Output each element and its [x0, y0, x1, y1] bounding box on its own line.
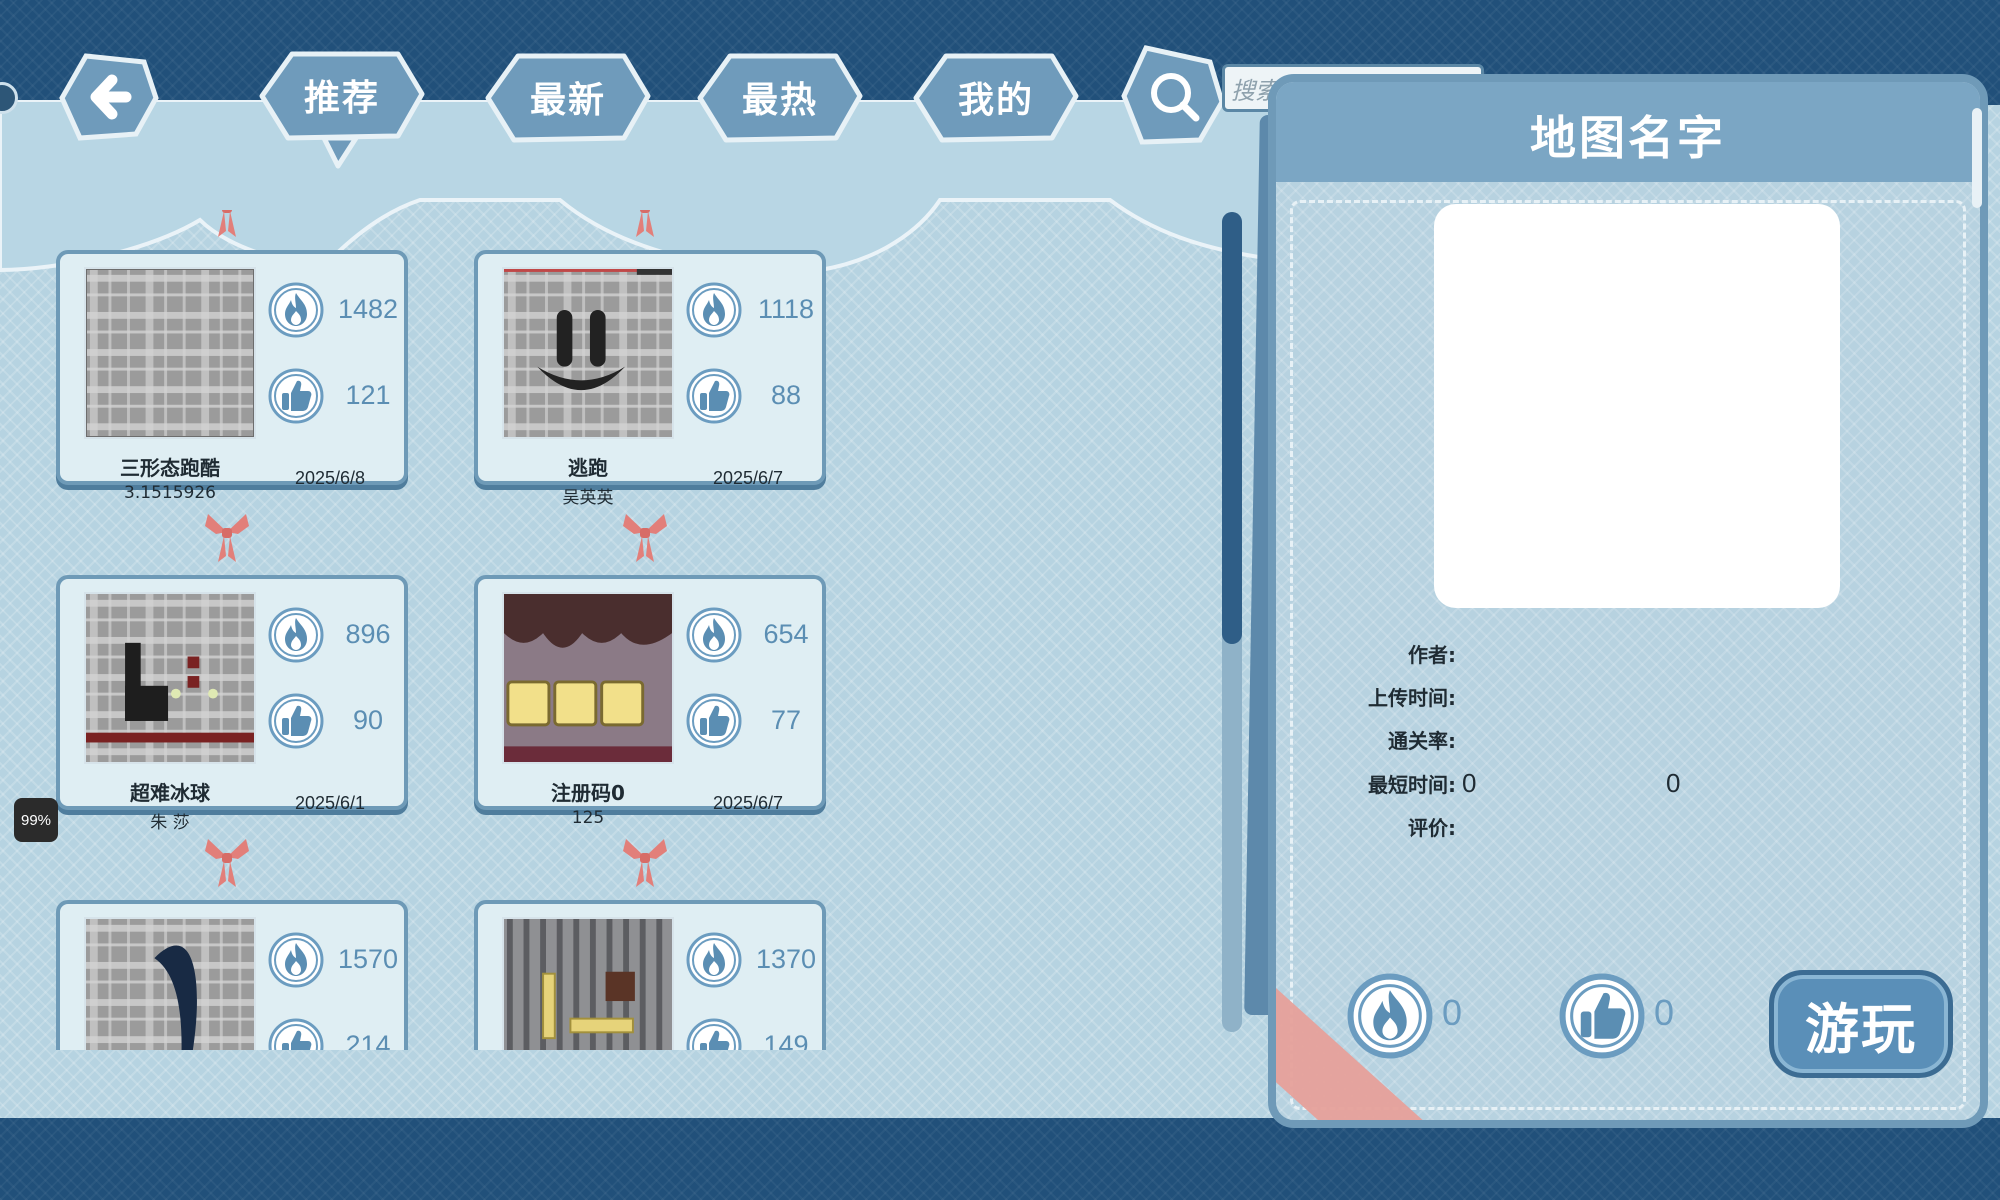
flame-icon: [268, 282, 324, 338]
play-count: 1370: [755, 944, 817, 974]
detail-like-count: 0: [1654, 992, 1675, 1033]
ribbon-pin-icon: [623, 839, 667, 887]
search-icon: [1151, 73, 1200, 122]
map-name: 注册码0: [551, 781, 625, 805]
tab-mine[interactable]: 我的: [912, 50, 1080, 146]
map-card-body: 896 90 超难冰球朱 莎 2025/6/1: [56, 575, 408, 833]
flame-icon: [1347, 973, 1433, 1059]
thumbs-up-icon: [268, 368, 324, 424]
map-thumbnail: [84, 917, 256, 1050]
map-author: 吴英英: [562, 488, 614, 508]
flame-icon: [268, 932, 324, 988]
tab-label: 最热: [741, 80, 818, 121]
ribbon-pin-icon: [205, 514, 249, 562]
scrollbar-thumb[interactable]: [1222, 212, 1242, 644]
thumbs-up-icon: [268, 1018, 324, 1050]
map-author: 3.1515926: [124, 483, 216, 503]
detail-panel-scrollbar[interactable]: [1972, 108, 1982, 208]
play-count: 1118: [757, 294, 815, 324]
detail-play-count: 0: [1442, 992, 1463, 1033]
like-count: 149: [763, 1030, 809, 1050]
like-count: 214: [345, 1030, 391, 1050]
author-label: 作者:: [1408, 642, 1456, 667]
map-card-body: 654 77 注册码0 125 2025/6/7: [474, 575, 826, 828]
map-date: 2025/6/8: [294, 468, 366, 488]
map-card[interactable]: 1370 149: [474, 839, 826, 1050]
clear-rate-label: 通关率:: [1388, 728, 1456, 753]
load-percent-badge: 99%: [14, 798, 58, 842]
map-thumbnail: [502, 592, 674, 764]
tab-hottest[interactable]: 最热: [696, 50, 864, 146]
detail-title: 地图名字: [1276, 82, 1980, 182]
best-time-row: 最短时间: 0 0: [1366, 766, 1680, 800]
map-name: 逃跑: [568, 456, 608, 480]
map-card-body: 1370 149: [474, 900, 826, 1050]
map-name: 三形态跑酷: [120, 456, 220, 480]
ribbon-pin-icon: [636, 210, 654, 237]
best-time-value: 0: [1462, 767, 1477, 798]
rating-row: 评价:: [1366, 809, 1456, 843]
back-button[interactable]: [56, 50, 160, 144]
like-count: 90: [352, 705, 384, 735]
tab-newest[interactable]: 最新: [484, 50, 652, 146]
map-thumbnail: [502, 917, 674, 1050]
map-card[interactable]: 654 77 注册码0 125 2025/6/7: [474, 514, 826, 828]
tab-label: 最新: [529, 80, 606, 121]
map-name: 超难冰球: [130, 781, 210, 805]
map-card[interactable]: 1118 88 逃跑吴英英 2025/6/7: [474, 210, 826, 508]
upload-time-label: 上传时间:: [1368, 685, 1456, 710]
map-card[interactable]: 896 90 超难冰球朱 莎 2025/6/1: [56, 514, 408, 833]
flame-icon: [686, 932, 742, 988]
flame-icon: [686, 282, 742, 338]
thumbs-up-icon: [268, 693, 324, 749]
play-count: 896: [345, 619, 391, 649]
author-row: 作者:: [1366, 636, 1456, 670]
play-count: 1482: [337, 294, 399, 324]
map-list: 1482 121 三形态跑酷 3.1515926 2025/6/8 1118 88 逃跑吴英英…: [56, 210, 846, 1050]
thumbs-up-icon: [1559, 973, 1645, 1059]
thumbs-up-icon: [686, 1018, 742, 1050]
map-author: 朱 莎: [150, 813, 190, 833]
play-count: 1570: [337, 944, 399, 974]
map-author: 125: [571, 808, 605, 828]
map-date: 2025/6/7: [712, 468, 784, 488]
map-thumbnail: [84, 592, 256, 764]
map-card-body: 1482 121 三形态跑酷 3.1515926 2025/6/8: [56, 250, 408, 503]
map-card-body: 1570 214: [56, 900, 408, 1050]
play-count: 654: [763, 619, 809, 649]
best-time-label: 最短时间:: [1368, 772, 1456, 797]
flame-icon: [268, 607, 324, 663]
upload-time-row: 上传时间:: [1366, 679, 1456, 713]
back-arrow-icon: [90, 74, 132, 120]
map-thumbnail: [84, 267, 256, 439]
map-detail-panel: 地图名字 作者: 上传时间: 通关率: 最短时间: 0 0 评价: 0 0 游玩: [1268, 74, 1988, 1128]
thumbs-up-icon: [686, 693, 742, 749]
tab-label: 我的: [957, 80, 1034, 121]
tab-recommended[interactable]: 推荐: [258, 48, 426, 170]
clear-rate-row: 通关率:: [1366, 722, 1456, 756]
map-date: 2025/6/1: [294, 793, 366, 813]
ribbon-pin-icon: [623, 514, 667, 562]
rating-label: 评价:: [1408, 815, 1456, 840]
like-count: 77: [770, 705, 802, 735]
play-button[interactable]: 游玩: [1769, 970, 1953, 1078]
map-date: 2025/6/7: [712, 793, 784, 813]
map-card[interactable]: 1570 214: [56, 839, 408, 1050]
map-thumbnail: [502, 267, 674, 439]
map-list-scrollbar[interactable]: [1222, 212, 1242, 1032]
ribbon-pin-icon: [205, 839, 249, 887]
like-count: 121: [345, 380, 391, 410]
map-card-body: 1118 88 逃跑吴英英 2025/6/7: [474, 250, 826, 508]
search-button[interactable]: [1118, 42, 1228, 150]
ribbon-pin-icon: [218, 210, 236, 237]
map-preview-image: [1434, 204, 1840, 608]
like-count: 88: [770, 380, 802, 410]
map-card[interactable]: 1482 121 三形态跑酷 3.1515926 2025/6/8: [56, 210, 408, 503]
tab-label: 推荐: [303, 78, 380, 119]
thumbs-up-icon: [686, 368, 742, 424]
best-time-value-secondary: 0: [1666, 767, 1681, 798]
flame-icon: [686, 607, 742, 663]
